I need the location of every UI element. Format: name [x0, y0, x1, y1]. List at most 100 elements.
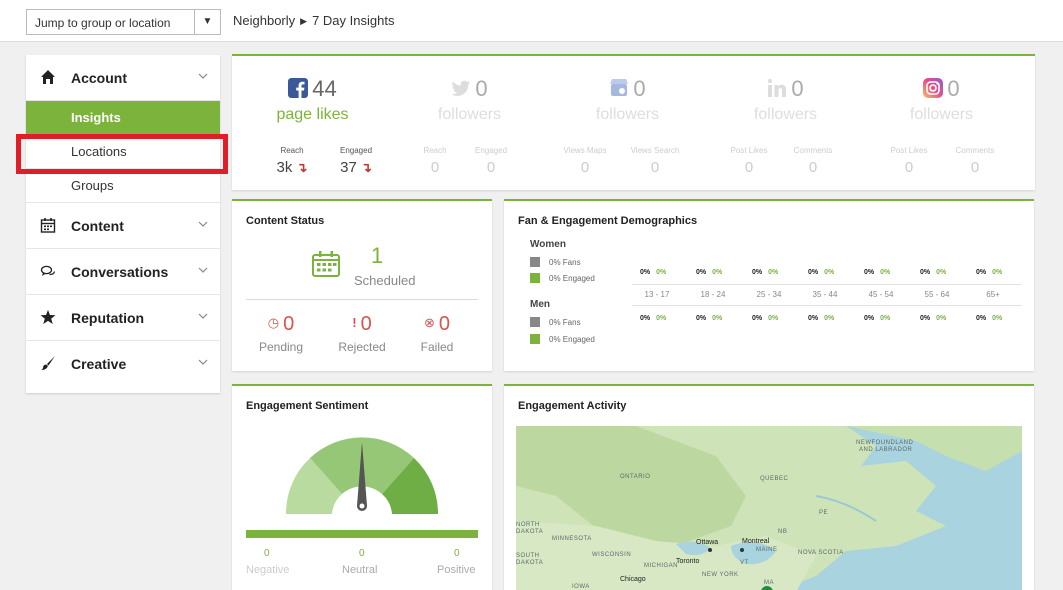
- sidebar-item-groups[interactable]: Groups: [26, 169, 220, 203]
- pending-status[interactable]: ◷ 0 Pending: [246, 313, 316, 354]
- stat-value: 0: [808, 159, 818, 176]
- men-fans-legend: 0% Fans: [530, 317, 581, 327]
- clock-icon: ◷: [267, 315, 280, 330]
- calendar-icon: [40, 218, 56, 233]
- age-group-label: 65+: [986, 290, 1000, 299]
- chevron-down-icon[interactable]: [198, 265, 208, 275]
- demographic-percent: 0% 0%: [864, 269, 891, 276]
- star-icon: [40, 310, 56, 324]
- sidebar: Account Insights Locations Groups Conten…: [26, 55, 220, 393]
- card-title: Fan & Engagement Demographics: [518, 215, 698, 227]
- trend-down-icon: ↴: [296, 160, 308, 175]
- women-label: Women: [530, 239, 566, 250]
- dropdown-arrow-icon[interactable]: ▼: [194, 10, 220, 34]
- gmb-views-search: Views Search 0: [620, 146, 690, 176]
- divider: [632, 305, 1022, 306]
- stat-label: Comments: [793, 146, 833, 155]
- instagram-comments: Comments 0: [940, 146, 1010, 176]
- chevron-down-icon[interactable]: [198, 219, 208, 229]
- linkedin-caption: followers: [753, 106, 818, 123]
- map-label: AND LABRADOR: [859, 447, 913, 453]
- neutral-value: 0: [359, 548, 365, 559]
- sidebar-section-label: Reputation: [71, 310, 145, 326]
- breadcrumb: Neighborly ▶ 7 Day Insights: [233, 13, 394, 28]
- demographic-percent: 0% 0%: [864, 315, 891, 322]
- map-label: NEWFOUNDLAND: [856, 440, 914, 446]
- map-label: NB: [778, 529, 788, 535]
- demographic-percent: 0% 0%: [976, 269, 1003, 276]
- map-background: [516, 426, 1022, 590]
- demographic-percent: 0% 0%: [696, 269, 723, 276]
- map-label: NEW YORK: [702, 572, 739, 578]
- breadcrumb-item-neighborly[interactable]: Neighborly: [233, 13, 295, 28]
- sidebar-section-conversations[interactable]: Conversations: [26, 249, 220, 295]
- failed-status[interactable]: ⊗ 0 Failed: [402, 313, 472, 354]
- pending-label: Pending: [258, 340, 304, 354]
- google-my-business-column: 0 followers Views Maps 0 Views Search 0: [550, 56, 705, 192]
- engaged-swatch: [530, 334, 540, 344]
- demographic-percent: 0% 0%: [640, 315, 667, 322]
- divider: [246, 299, 478, 300]
- breadcrumb-separator-icon: ▶: [300, 16, 308, 26]
- stat-label: Comments: [955, 146, 995, 155]
- negative-label: Negative: [246, 564, 290, 576]
- map-label: DAKOTA: [516, 560, 544, 566]
- stat-label: Engaged: [474, 146, 508, 155]
- stat-value: 0: [970, 159, 980, 176]
- demographic-percent: 0% 0%: [976, 315, 1003, 322]
- sidebar-section-reputation[interactable]: Reputation: [26, 295, 220, 341]
- facebook-reach: Reach 3k ↴: [257, 146, 327, 176]
- map-label: MAINE: [756, 547, 778, 553]
- instagram-post-likes: Post Likes 0: [874, 146, 944, 176]
- sidebar-section-label: Content: [71, 218, 124, 234]
- google-my-business-icon: [610, 79, 629, 96]
- social-stats-card: 44 page likes Reach 3k ↴ Engaged 37 ↴ 0 …: [232, 54, 1035, 190]
- content-status-card: Content Status 1 Scheduled ◷ 0 Pending ! 0…: [232, 199, 492, 371]
- stat-label: Post Likes: [890, 146, 928, 155]
- chat-bubbles-icon: [40, 265, 56, 276]
- stat-value: 0: [744, 159, 754, 176]
- age-group-label: 45 - 54: [868, 290, 894, 299]
- twitter-count-value: 0: [475, 76, 488, 101]
- pending-count: 0: [283, 313, 295, 335]
- engagement-activity-card: Engagement Activity NEWFOUNDLAND AND LAB…: [504, 384, 1034, 590]
- rejected-status[interactable]: ! 0 Rejected: [327, 313, 397, 354]
- sidebar-section-content[interactable]: Content: [26, 203, 220, 249]
- men-label: Men: [530, 299, 550, 310]
- sidebar-item-insights[interactable]: Insights: [26, 101, 220, 135]
- locations-highlight-box: [16, 134, 228, 174]
- chevron-down-icon[interactable]: [198, 71, 208, 81]
- men-engaged-legend: 0% Engaged: [530, 334, 595, 344]
- map-label: SOUTH: [516, 553, 540, 559]
- sidebar-section-account[interactable]: Account: [26, 55, 220, 101]
- breadcrumb-item-current: 7 Day Insights: [312, 13, 395, 28]
- scheduled-count[interactable]: 1: [371, 243, 383, 269]
- map-label: NORTH: [516, 522, 540, 528]
- chevron-down-icon[interactable]: [198, 311, 208, 321]
- instagram-caption: followers: [909, 106, 974, 123]
- map-city-label: Montreal: [742, 538, 770, 545]
- sidebar-section-label: Creative: [71, 356, 127, 372]
- negative-value: 0: [264, 548, 270, 559]
- facebook-caption: page likes: [276, 106, 349, 123]
- demographic-percent: 0% 0%: [752, 315, 779, 322]
- demographic-percent: 0% 0%: [696, 315, 723, 322]
- stat-value: 3k ↴: [276, 159, 308, 176]
- jump-to-select[interactable]: Jump to group or location ▼: [26, 9, 221, 35]
- divider: [632, 284, 1022, 285]
- map-label: MA: [764, 580, 774, 586]
- fans-swatch: [530, 317, 540, 327]
- fans-swatch: [530, 257, 540, 267]
- sidebar-section-label: Account: [71, 70, 127, 86]
- facebook-count-value: 44: [312, 76, 337, 101]
- chevron-down-icon[interactable]: [198, 357, 208, 367]
- stat-label: Engaged: [339, 146, 373, 155]
- sentiment-gauge: [285, 437, 439, 514]
- engagement-map[interactable]: NEWFOUNDLAND AND LABRADOR ONTARIO QUEBEC…: [516, 426, 1022, 590]
- failed-label: Failed: [420, 340, 454, 354]
- sidebar-section-creative[interactable]: Creative: [26, 341, 220, 387]
- gmb-caption: followers: [595, 106, 660, 123]
- positive-label: Positive: [437, 564, 476, 576]
- demographics-card: Fan & Engagement Demographics Women 0% F…: [504, 199, 1034, 371]
- demographic-percent: 0% 0%: [640, 269, 667, 276]
